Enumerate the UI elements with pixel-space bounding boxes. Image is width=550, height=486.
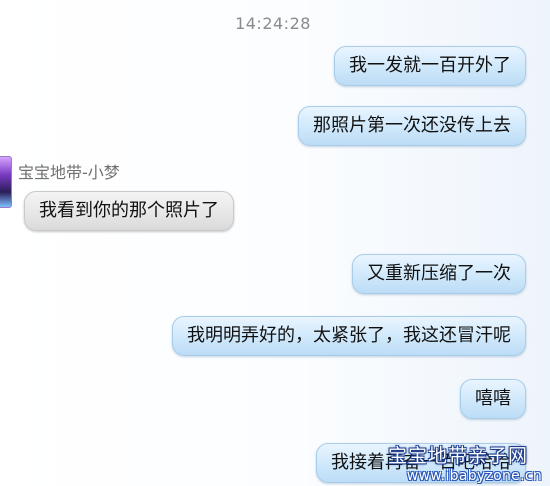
message-bubble-outgoing[interactable]: 我明明弄好的，太紧张了，我这还冒汗呢 [172,316,526,356]
message-bubble-outgoing[interactable]: 又重新压缩了一次 [352,254,526,294]
message-bubble-outgoing[interactable]: 那照片第一次还没传上去 [298,106,526,146]
watermark-url: www.ibabyzone.cn [406,468,542,484]
message-bubble-outgoing[interactable]: 我一发就一百开外了 [334,46,526,86]
message-bubble-outgoing[interactable]: 嘻嘻 [460,379,526,419]
watermark-title: 宝宝地带亲子网 [387,445,528,467]
message-bubble-incoming[interactable]: 我看到你的那个照片了 [24,191,234,231]
watermark: 宝宝地带亲子网 www.ibabyzone.cn [388,442,550,486]
watermark-url-domain: ibabyzone.cn [445,468,542,484]
sender-name: 宝宝地带-小梦 [18,163,120,182]
sender-avatar[interactable] [0,156,12,208]
message-timestamp: 14:24:28 [235,14,311,33]
